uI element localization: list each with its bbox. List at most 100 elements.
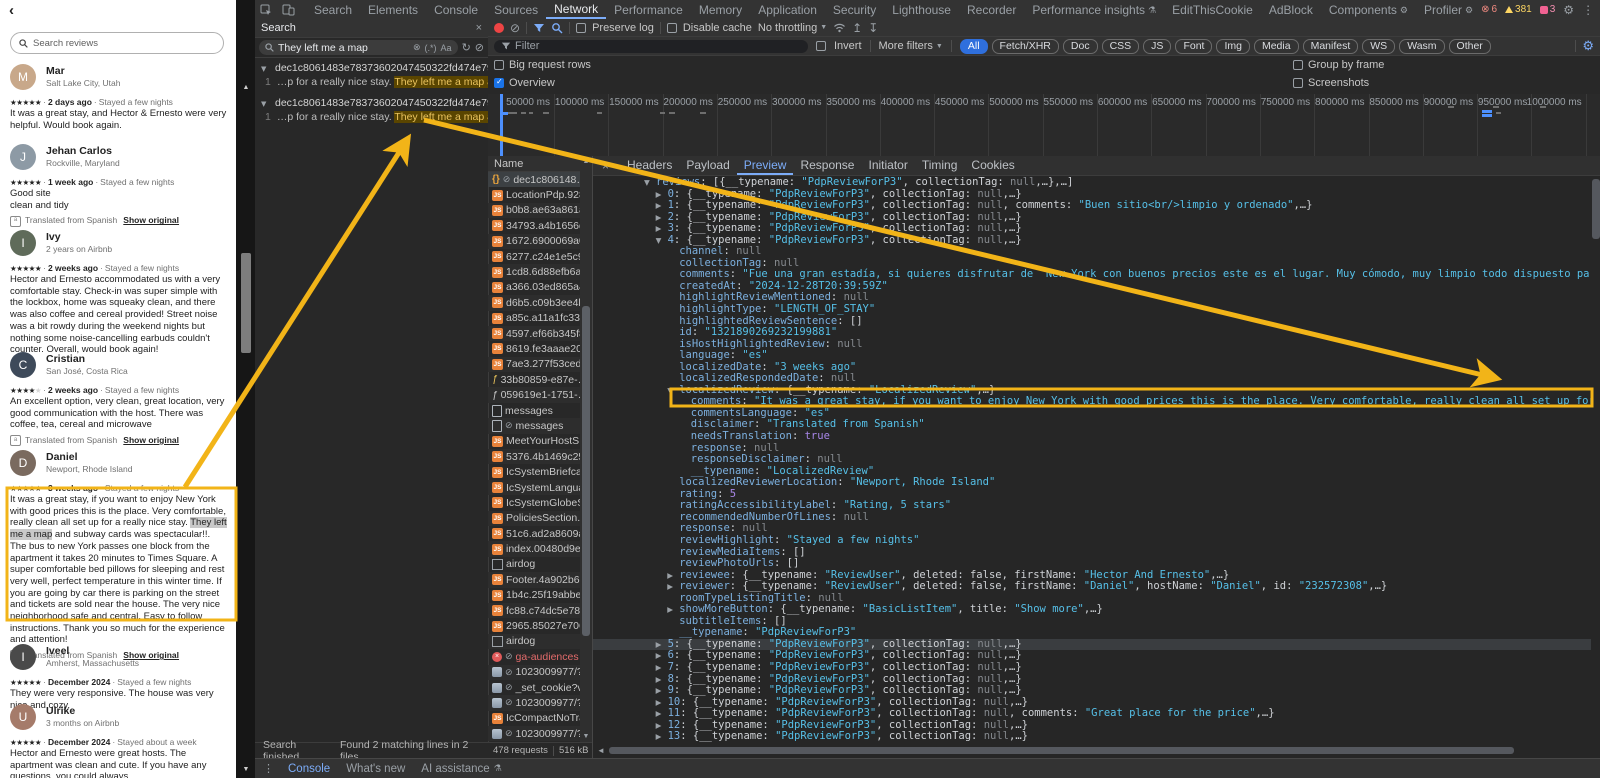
filter-funnel-icon[interactable] bbox=[533, 22, 545, 34]
request-row[interactable]: JSd6b5.c09b3ee4b… bbox=[488, 295, 592, 310]
big-request-rows-option[interactable]: Big request rows bbox=[494, 59, 591, 71]
expander-icon[interactable]: ▶ bbox=[667, 604, 679, 616]
page-scrollbar[interactable]: ▲ ▼ bbox=[236, 0, 255, 778]
avatar[interactable]: M bbox=[10, 64, 36, 90]
search-result-file[interactable]: ▼dec1c8061483e78373602047450322fd474e79b… bbox=[255, 96, 488, 110]
tab-adblock[interactable]: AdBlock bbox=[1261, 0, 1321, 19]
avatar[interactable]: D bbox=[10, 450, 36, 476]
detail-tab-preview[interactable]: Preview bbox=[737, 156, 794, 175]
request-row[interactable]: JS4597.ef66b345f8… bbox=[488, 326, 592, 341]
expander-icon[interactable]: ▶ bbox=[656, 639, 668, 651]
filter-chip-font[interactable]: Font bbox=[1175, 39, 1212, 54]
request-row[interactable]: ⊘1023009977/?… bbox=[488, 665, 592, 680]
avatar[interactable]: C bbox=[10, 352, 36, 378]
filter-chip-media[interactable]: Media bbox=[1254, 39, 1299, 54]
request-row[interactable]: ⊘_set_cookie?v… bbox=[488, 680, 592, 695]
filter-chip-all[interactable]: All bbox=[960, 39, 988, 54]
network-search-icon[interactable] bbox=[551, 22, 563, 34]
avatar[interactable]: J bbox=[10, 144, 36, 170]
expander-icon[interactable]: ▼ bbox=[644, 177, 656, 189]
expander-icon[interactable]: ▶ bbox=[656, 674, 668, 686]
request-row[interactable]: JSLocationPdp.928… bbox=[488, 187, 592, 202]
request-row[interactable]: ƒ33b80859-e87e-… bbox=[488, 372, 592, 387]
request-row[interactable]: JSPoliciesSection.c… bbox=[488, 511, 592, 526]
clear-network-log-icon[interactable]: ⊘ bbox=[510, 22, 520, 34]
match-case-toggle-icon[interactable]: Aa bbox=[441, 43, 452, 53]
scroll-up-icon[interactable]: ▲ bbox=[240, 84, 252, 91]
filter-input[interactable]: Filter bbox=[494, 40, 808, 53]
expander-icon[interactable]: ▶ bbox=[656, 708, 668, 720]
network-settings-gear-icon[interactable]: ⚙ bbox=[1582, 38, 1594, 54]
requests-scrollbar[interactable]: ▲ ▼ bbox=[580, 156, 592, 742]
scrollbar-thumb[interactable] bbox=[1592, 179, 1600, 239]
request-row[interactable]: JSIcSystemBriefcas… bbox=[488, 464, 592, 479]
detail-tab-response[interactable]: Response bbox=[793, 156, 861, 175]
request-row[interactable]: JSIcCompactNoTra… bbox=[488, 711, 592, 726]
tab-application[interactable]: Application bbox=[750, 0, 825, 19]
network-conditions-icon[interactable] bbox=[833, 22, 846, 33]
scroll-up-icon[interactable]: ▲ bbox=[580, 158, 592, 165]
request-row[interactable]: JSIcSystemLangua… bbox=[488, 480, 592, 495]
back-chevron-icon[interactable]: ‹ bbox=[9, 2, 14, 19]
tab-search[interactable]: Search bbox=[306, 0, 360, 19]
request-row[interactable]: ⊘1023009977/?… bbox=[488, 726, 592, 741]
clear-input-icon[interactable]: ⊗ bbox=[413, 42, 421, 53]
request-row[interactable]: JSfc88.c74dc5e78f.js bbox=[488, 603, 592, 618]
tab-network[interactable]: Network bbox=[546, 0, 606, 19]
regex-toggle-icon[interactable]: (.*) bbox=[425, 43, 437, 53]
tab-security[interactable]: Security bbox=[825, 0, 884, 19]
request-row[interactable]: JS51c6.ad2a8609a… bbox=[488, 526, 592, 541]
scrollbar-thumb[interactable] bbox=[582, 306, 590, 636]
expander-icon[interactable]: ▶ bbox=[656, 720, 668, 732]
request-row[interactable]: JSa366.03ed865a4… bbox=[488, 280, 592, 295]
expander-icon[interactable]: ▶ bbox=[667, 570, 679, 582]
preview-horizontal-scrollbar[interactable]: ◄ bbox=[597, 745, 1587, 756]
json-line[interactable]: localizedReviewerLocation: "Newport, Rho… bbox=[593, 477, 1591, 489]
tab-sources[interactable]: Sources bbox=[486, 0, 546, 19]
expander-icon[interactable]: ▼ bbox=[667, 385, 679, 397]
filter-chip-css[interactable]: CSS bbox=[1102, 39, 1140, 54]
import-har-icon[interactable]: ↥ bbox=[852, 22, 862, 34]
request-row[interactable]: JS34793.a4b1656d… bbox=[488, 218, 592, 233]
avatar[interactable]: U bbox=[10, 704, 36, 730]
drawer-tab-console[interactable]: Console bbox=[288, 763, 330, 775]
filter-chip-manifest[interactable]: Manifest bbox=[1303, 39, 1359, 54]
avatar[interactable]: I bbox=[10, 644, 36, 670]
refresh-search-icon[interactable]: ↻ bbox=[462, 41, 471, 54]
detail-tab-timing[interactable]: Timing bbox=[915, 156, 965, 175]
tab-lighthouse[interactable]: Lighthouse bbox=[884, 0, 959, 19]
tab-performance[interactable]: Performance bbox=[606, 0, 691, 19]
expander-icon[interactable]: ▼ bbox=[656, 235, 668, 247]
search-result-line[interactable]: 1…p for a really nice stay. They left me… bbox=[255, 75, 488, 89]
expander-icon[interactable]: ▶ bbox=[656, 685, 668, 697]
json-line[interactable]: ▶13: {__typename: "PdpReviewForP3", coll… bbox=[593, 731, 1591, 742]
request-row[interactable]: JSa85c.a11a1fc331… bbox=[488, 311, 592, 326]
expander-icon[interactable]: ▶ bbox=[656, 212, 668, 224]
network-overview-timeline[interactable]: 50000 ms100000 ms150000 ms200000 ms25000… bbox=[488, 94, 1600, 157]
tab-recorder[interactable]: Recorder bbox=[959, 0, 1024, 19]
filter-chip-img[interactable]: Img bbox=[1216, 39, 1250, 54]
tab-memory[interactable]: Memory bbox=[691, 0, 750, 19]
tab-console[interactable]: Console bbox=[426, 0, 486, 19]
request-row[interactable]: ⊘1023009977/?… bbox=[488, 695, 592, 710]
drawer-tab-what-s-new[interactable]: What's new bbox=[346, 763, 405, 775]
show-original-link[interactable]: Show original bbox=[123, 435, 179, 447]
close-search-pane-icon[interactable]: × bbox=[476, 22, 482, 34]
invert-checkbox[interactable] bbox=[816, 41, 826, 51]
settings-gear-icon[interactable]: ⚙ bbox=[1563, 3, 1574, 17]
search-result-file[interactable]: ▼dec1c8061483e78373602047450322fd474e79b… bbox=[255, 61, 488, 75]
preview-vertical-scrollbar[interactable] bbox=[1591, 177, 1600, 742]
more-filters-dropdown[interactable]: More filters▼ bbox=[879, 40, 943, 52]
tab-performance-insights[interactable]: Performance insights⚗ bbox=[1024, 0, 1164, 19]
tab-elements[interactable]: Elements bbox=[360, 0, 426, 19]
request-row[interactable]: JS1672.6900069a0… bbox=[488, 234, 592, 249]
scrollbar-thumb[interactable] bbox=[241, 253, 251, 353]
request-row[interactable]: JS1cd8.6d88efb6af… bbox=[488, 264, 592, 279]
detail-tab-initiator[interactable]: Initiator bbox=[861, 156, 914, 175]
clear-search-icon[interactable]: ⊘ bbox=[475, 41, 484, 54]
more-menu-icon[interactable]: ⋮ bbox=[1582, 3, 1594, 17]
request-row[interactable]: JS8619.fe3aaae20c… bbox=[488, 341, 592, 356]
request-row[interactable]: airdog bbox=[488, 634, 592, 649]
scroll-down-icon[interactable]: ▼ bbox=[240, 766, 252, 773]
expander-icon[interactable]: ▶ bbox=[656, 697, 668, 709]
